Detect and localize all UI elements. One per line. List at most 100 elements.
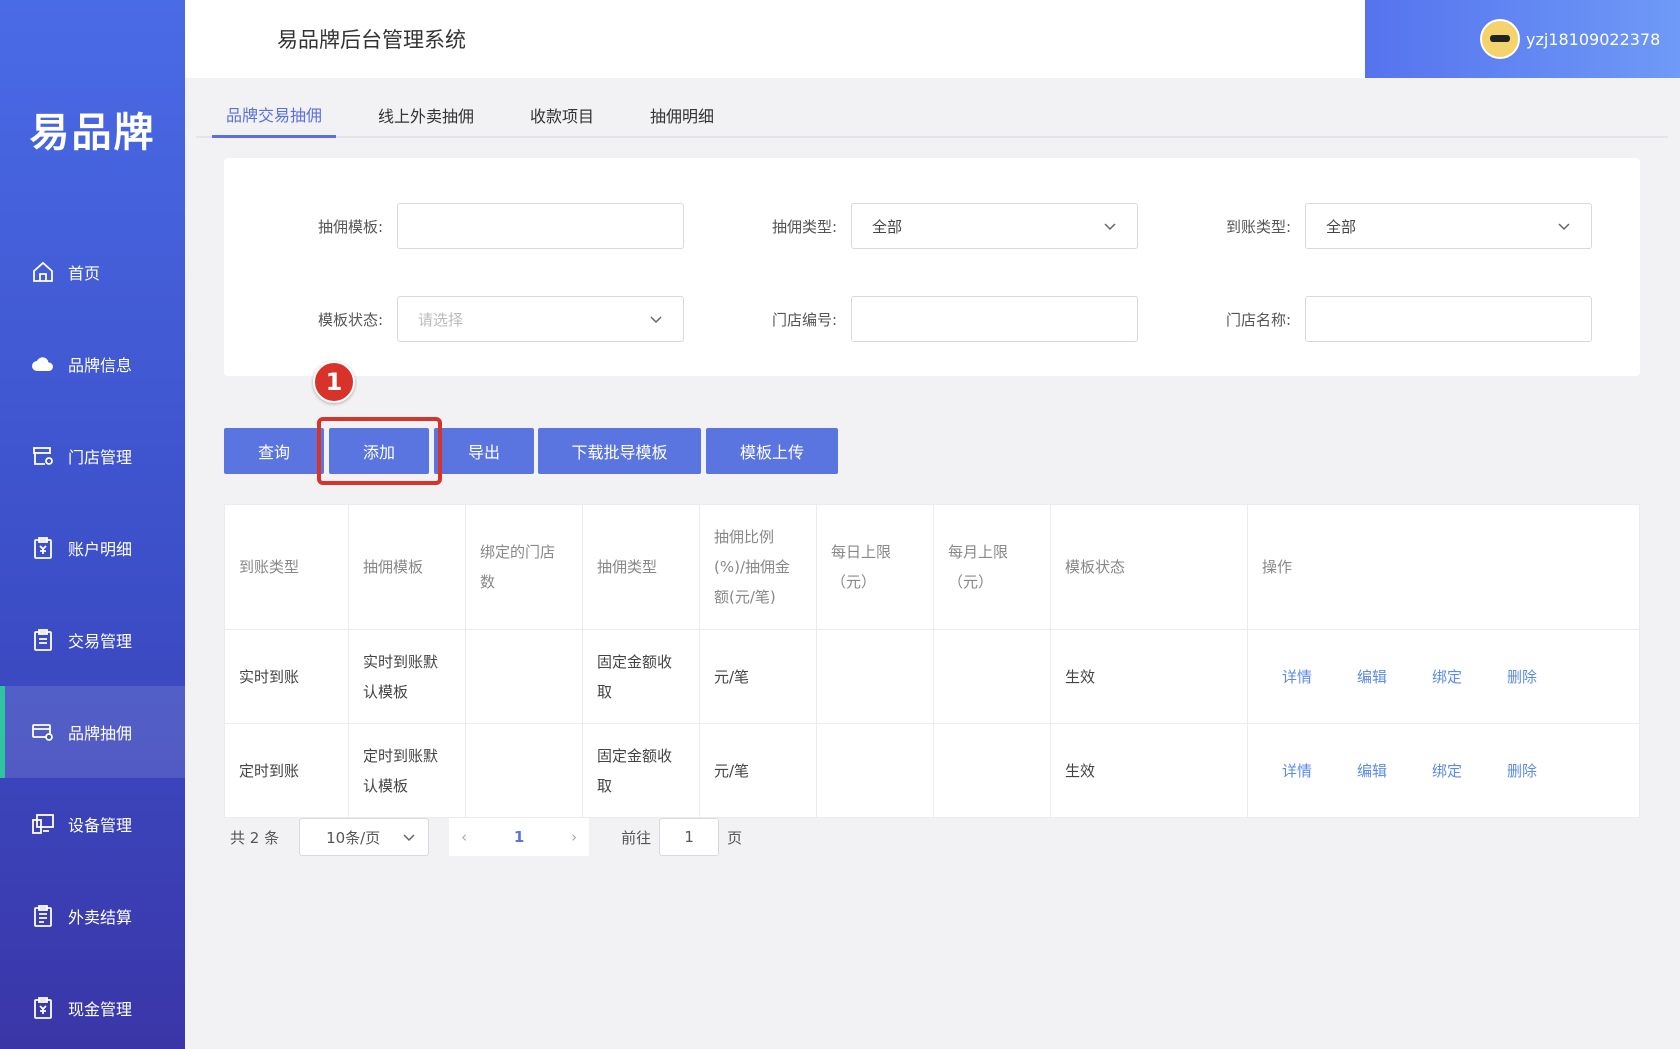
- cell-arrival-type: 定时到账: [225, 724, 349, 817]
- add-button-highlight: [317, 417, 442, 485]
- template-status-placeholder: 请选择: [418, 310, 464, 329]
- cell-template: 定时到账默认模板: [349, 724, 466, 817]
- card-gear-icon: [30, 719, 56, 745]
- sidebar-item-brand-info[interactable]: 品牌信息: [0, 318, 185, 410]
- tab-commission-detail[interactable]: 抽佣明细: [636, 92, 728, 138]
- page-navigator: ‹ 1 ›: [449, 818, 590, 856]
- commission-type-select[interactable]: 全部: [851, 203, 1138, 249]
- edit-link[interactable]: 编辑: [1357, 662, 1387, 692]
- yen-clipboard-icon: [30, 995, 56, 1021]
- device-icon: [30, 811, 56, 837]
- cell-commission-type: 固定金额收取: [583, 630, 700, 723]
- store-name-input[interactable]: [1305, 296, 1592, 342]
- list-icon: [30, 903, 56, 929]
- sidebar-item-label: 现金管理: [68, 1000, 133, 1019]
- header-ratio: 抽佣比例(%)/抽佣金额(元/笔): [700, 505, 817, 629]
- cell-monthly-limit: [934, 724, 1051, 817]
- goto-page-input[interactable]: 1: [659, 818, 720, 856]
- commission-type-label: 抽佣类型:: [771, 217, 837, 236]
- user-menu[interactable]: yzj18109022378: [1365, 0, 1680, 78]
- cell-actions: 详情 编辑 绑定 删除: [1248, 724, 1639, 817]
- delete-link[interactable]: 删除: [1507, 662, 1537, 692]
- arrival-type-select[interactable]: 全部: [1305, 203, 1592, 249]
- cell-store-count: [466, 724, 583, 817]
- bind-link[interactable]: 绑定: [1432, 662, 1462, 692]
- yen-clipboard-icon: [30, 535, 56, 561]
- store-icon: [30, 443, 56, 469]
- tab-online-delivery-commission[interactable]: 线上外卖抽佣: [364, 92, 488, 138]
- pagination: 共 2 条 10条/页 ‹ 1 › 前往 1 页: [224, 818, 742, 856]
- page-suffix: 页: [727, 828, 743, 847]
- cloud-icon: [30, 351, 56, 377]
- export-button[interactable]: 导出: [434, 428, 534, 474]
- sidebar-item-label: 外卖结算: [68, 908, 133, 927]
- query-button[interactable]: 查询: [224, 428, 324, 474]
- cell-status: 生效: [1051, 724, 1248, 817]
- template-status-label: 模板状态:: [317, 310, 383, 329]
- table-header-row: 到账类型 抽佣模板 绑定的门店数 抽佣类型 抽佣比例(%)/抽佣金额(元/笔) …: [225, 505, 1639, 630]
- next-page-icon[interactable]: ›: [571, 828, 577, 846]
- sidebar: 易品牌 首页 品牌信息 门店管理 账户明细 交易管理 品牌抽佣 设备管理 外卖结…: [0, 0, 185, 1049]
- current-page[interactable]: 1: [514, 828, 524, 846]
- template-status-select[interactable]: 请选择: [397, 296, 684, 342]
- home-icon: [30, 259, 56, 285]
- prev-page-icon[interactable]: ‹: [461, 828, 467, 846]
- bind-link[interactable]: 绑定: [1432, 756, 1462, 786]
- download-template-button[interactable]: 下载批导模板: [538, 428, 701, 474]
- cell-template: 实时到账默认模板: [349, 630, 466, 723]
- top-header: 易品牌后台管理系统: [185, 0, 1365, 78]
- detail-link[interactable]: 详情: [1282, 662, 1312, 692]
- avatar: [1480, 19, 1520, 59]
- store-name-label: 门店名称:: [1225, 310, 1291, 329]
- sidebar-item-brand-commission[interactable]: 品牌抽佣: [0, 686, 185, 778]
- header-status: 模板状态: [1051, 505, 1248, 629]
- detail-link[interactable]: 详情: [1282, 756, 1312, 786]
- tab-payment-items[interactable]: 收款项目: [516, 92, 608, 138]
- template-input[interactable]: [397, 203, 684, 249]
- arrival-type-value: 全部: [1326, 217, 1357, 236]
- cell-monthly-limit: [934, 630, 1051, 723]
- commission-table: 到账类型 抽佣模板 绑定的门店数 抽佣类型 抽佣比例(%)/抽佣金额(元/笔) …: [224, 504, 1640, 818]
- sidebar-item-delivery-settlement[interactable]: 外卖结算: [0, 870, 185, 962]
- cell-daily-limit: [817, 630, 934, 723]
- page-size-value: 10条/页: [326, 828, 381, 847]
- store-no-input[interactable]: [851, 296, 1138, 342]
- chevron-down-icon: [1558, 223, 1570, 231]
- table-row: 定时到账 定时到账默认模板 固定金额收取 元/笔 生效 详情 编辑 绑定 删除: [225, 724, 1639, 817]
- sidebar-item-label: 品牌信息: [68, 356, 133, 375]
- header-commission-type: 抽佣类型: [583, 505, 700, 629]
- cell-actions: 详情 编辑 绑定 删除: [1248, 630, 1639, 723]
- chevron-down-icon: [650, 316, 662, 324]
- tab-brand-transaction-commission[interactable]: 品牌交易抽佣: [212, 92, 337, 138]
- edit-link[interactable]: 编辑: [1357, 756, 1387, 786]
- sidebar-item-home[interactable]: 首页: [0, 226, 185, 318]
- store-no-label: 门店编号:: [771, 310, 837, 329]
- chevron-down-icon: [403, 834, 415, 842]
- sidebar-item-cash[interactable]: 现金管理: [0, 962, 185, 1049]
- arrival-type-label: 到账类型:: [1225, 217, 1291, 236]
- cell-store-count: [466, 630, 583, 723]
- sidebar-item-label: 首页: [68, 264, 101, 283]
- brand-logo: 易品牌: [29, 109, 156, 156]
- header-daily-limit: 每日上限（元）: [817, 505, 934, 629]
- header-template: 抽佣模板: [349, 505, 466, 629]
- upload-template-button[interactable]: 模板上传: [706, 428, 838, 474]
- sidebar-item-store[interactable]: 门店管理: [0, 410, 185, 502]
- commission-type-value: 全部: [872, 217, 903, 236]
- cell-daily-limit: [817, 724, 934, 817]
- filter-panel: 抽佣模板: 抽佣类型: 全部 到账类型: 全部 模板状态: 请选择 门店编号: …: [224, 158, 1640, 376]
- chevron-down-icon: [1104, 223, 1116, 231]
- sidebar-item-label: 设备管理: [68, 816, 133, 835]
- delete-link[interactable]: 删除: [1507, 756, 1537, 786]
- sidebar-item-devices[interactable]: 设备管理: [0, 778, 185, 870]
- goto-label: 前往: [621, 828, 652, 847]
- sidebar-item-transactions[interactable]: 交易管理: [0, 594, 185, 686]
- cell-status: 生效: [1051, 630, 1248, 723]
- cell-commission-type: 固定金额收取: [583, 724, 700, 817]
- page-title: 易品牌后台管理系统: [277, 28, 466, 52]
- sidebar-item-label: 交易管理: [68, 632, 133, 651]
- header-monthly-limit: 每月上限（元）: [934, 505, 1051, 629]
- sidebar-item-label: 品牌抽佣: [68, 724, 133, 743]
- page-size-select[interactable]: 10条/页: [299, 818, 430, 856]
- sidebar-item-account-detail[interactable]: 账户明细: [0, 502, 185, 594]
